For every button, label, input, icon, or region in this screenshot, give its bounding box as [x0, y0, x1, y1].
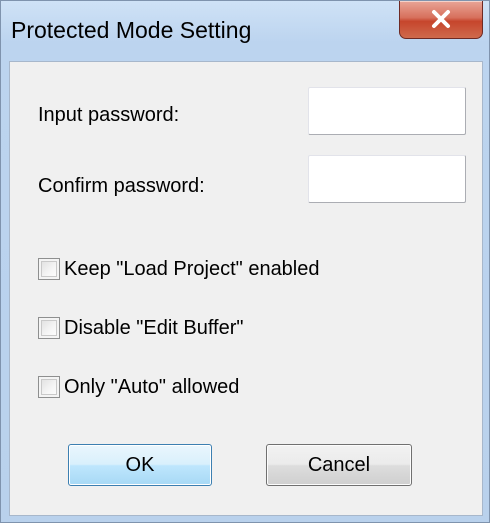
confirm-password-label: Confirm password:: [38, 175, 205, 197]
close-button[interactable]: [399, 1, 483, 39]
disable-edit-buffer-label: Disable "Edit Buffer": [64, 316, 244, 339]
keep-load-project-option[interactable]: Keep "Load Project" enabled: [38, 256, 320, 282]
input-password-field[interactable]: [308, 87, 466, 135]
ok-button[interactable]: OK: [68, 444, 212, 486]
close-x-icon: [432, 10, 450, 28]
only-auto-allowed-label: Only "Auto" allowed: [64, 375, 240, 398]
confirm-password-field[interactable]: [308, 155, 466, 203]
only-auto-allowed-option[interactable]: Only "Auto" allowed: [38, 374, 239, 400]
dialog-window: Protected Mode Setting Input password: C…: [0, 0, 490, 523]
keep-load-project-label: Keep "Load Project" enabled: [64, 257, 320, 280]
disable-edit-buffer-checkbox[interactable]: [38, 317, 60, 339]
title-bar[interactable]: Protected Mode Setting: [1, 1, 490, 61]
input-password-label: Input password:: [38, 104, 180, 126]
only-auto-allowed-checkbox[interactable]: [38, 376, 60, 398]
dialog-content: Input password: Confirm password: Keep "…: [9, 61, 483, 516]
keep-load-project-checkbox[interactable]: [38, 258, 60, 280]
window-title: Protected Mode Setting: [11, 17, 252, 43]
cancel-button[interactable]: Cancel: [266, 444, 412, 486]
disable-edit-buffer-option[interactable]: Disable "Edit Buffer": [38, 315, 243, 341]
